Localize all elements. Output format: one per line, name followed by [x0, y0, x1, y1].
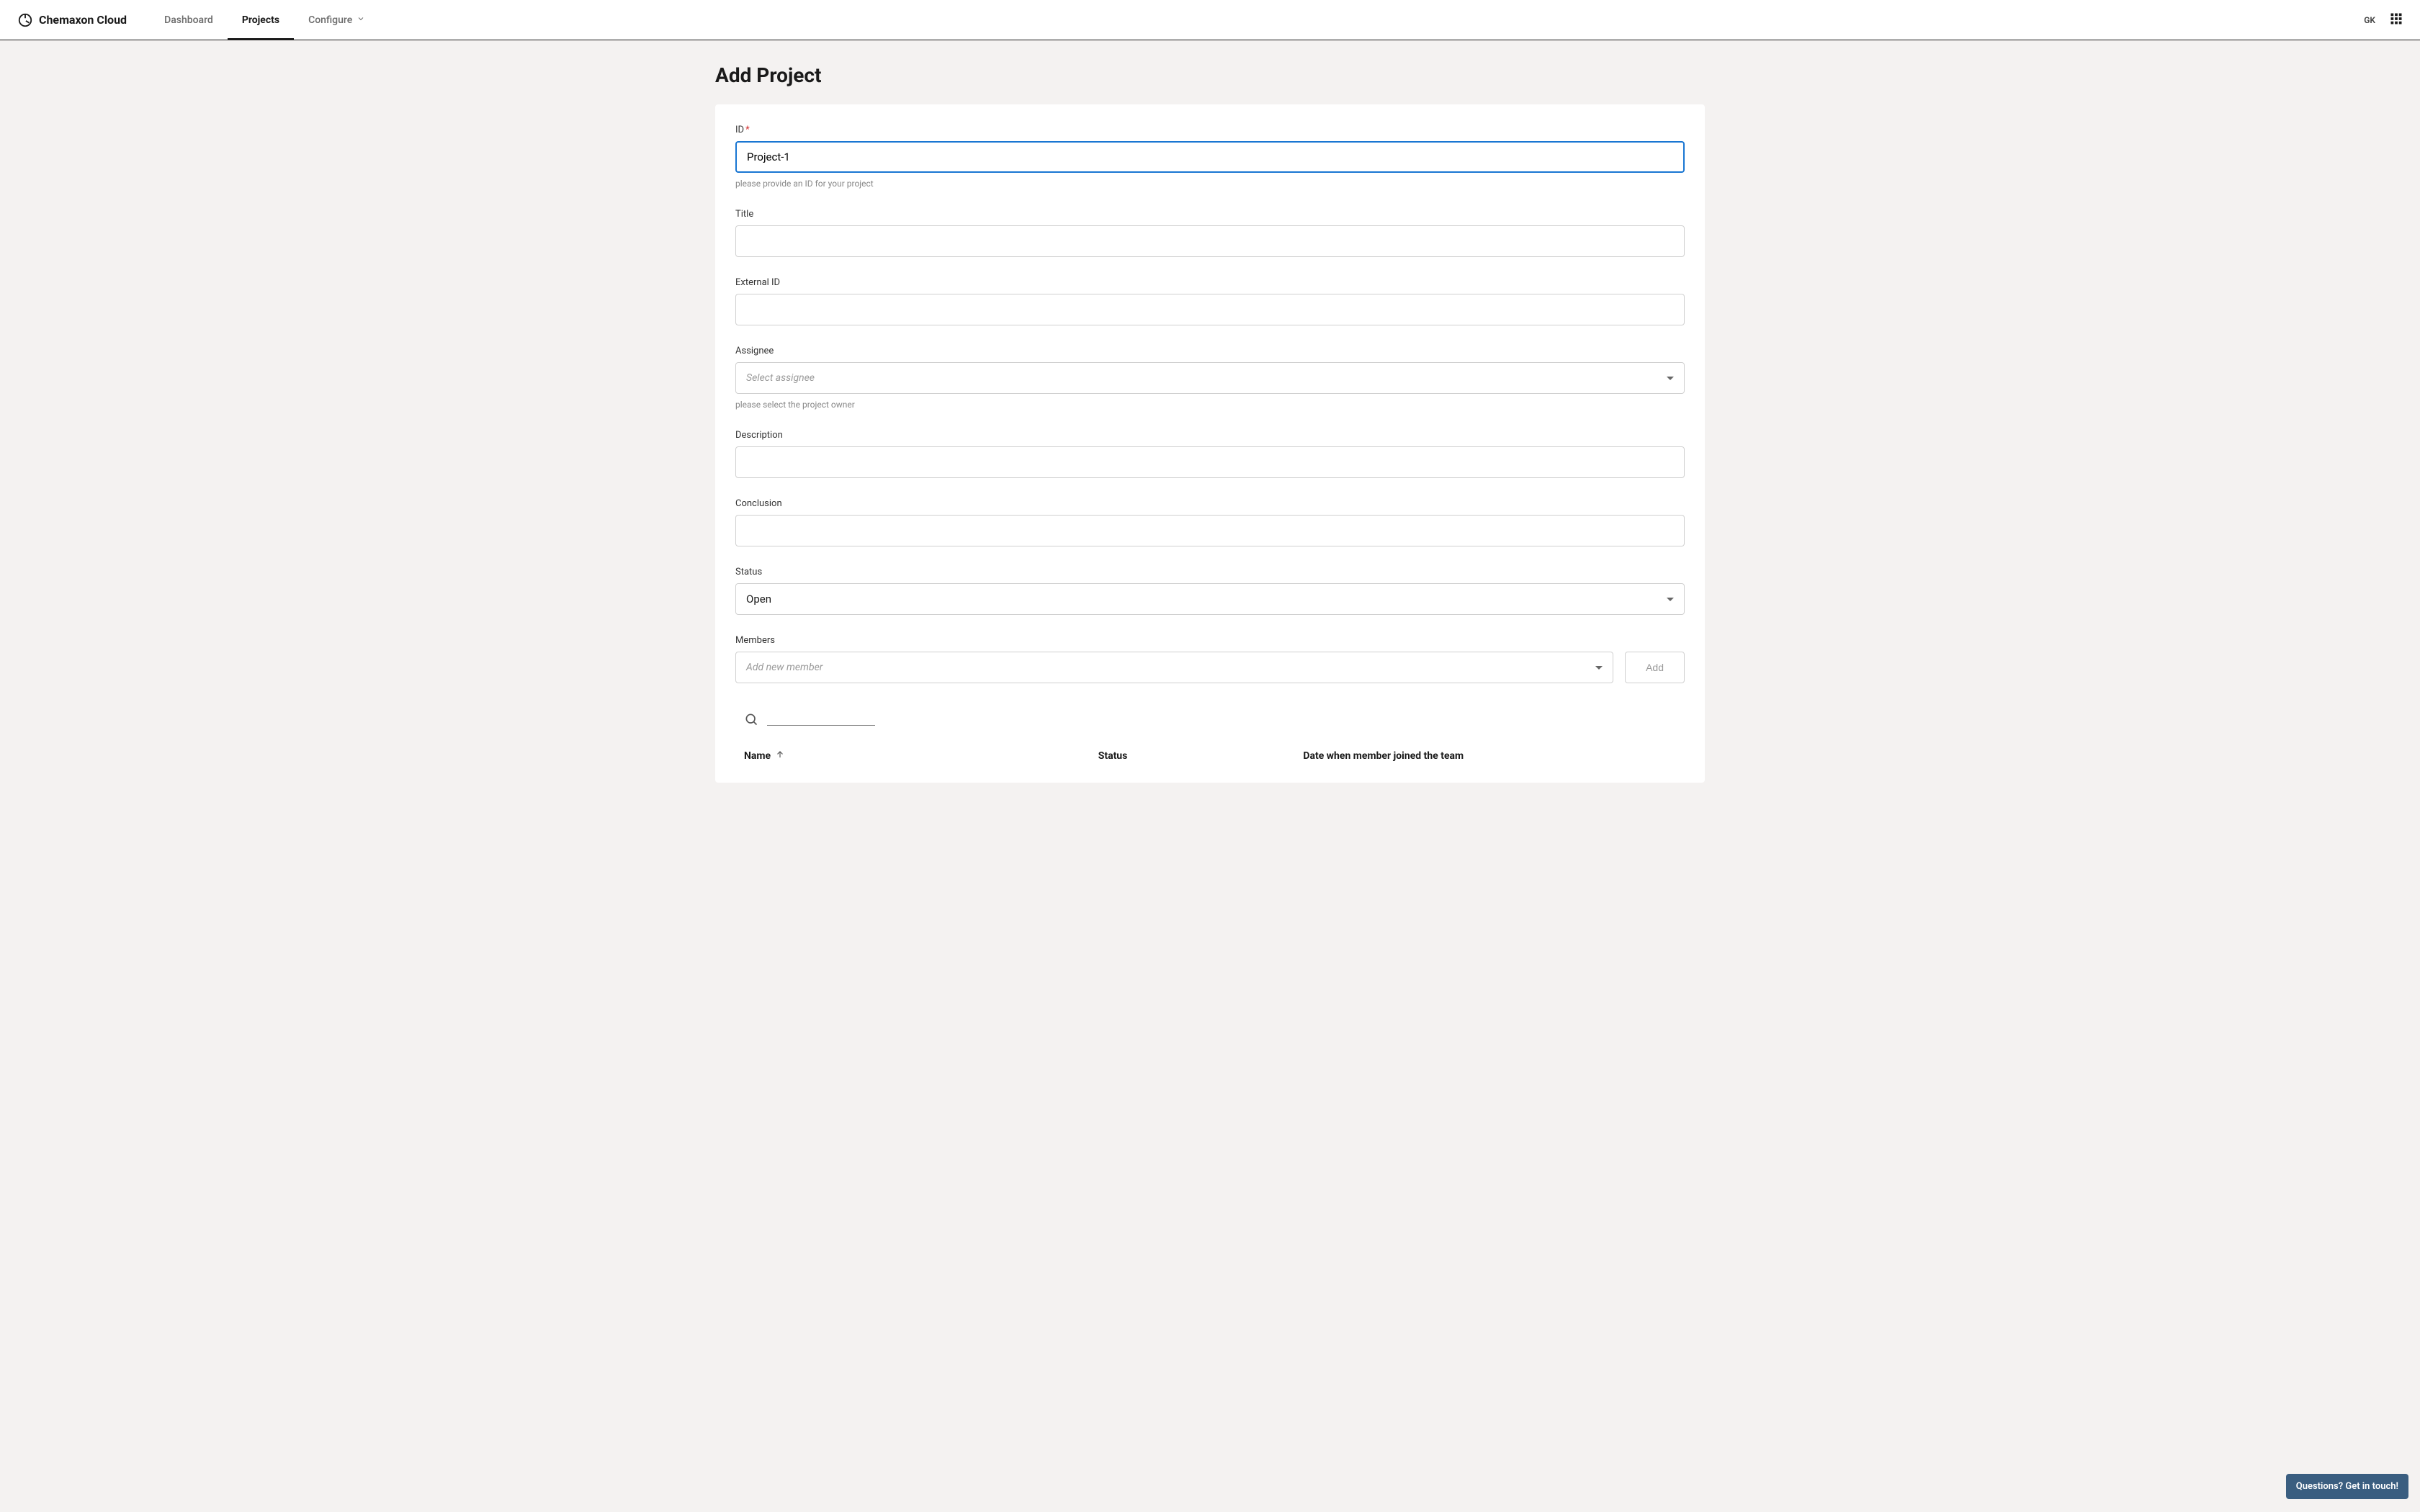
- page-title: Add Project: [715, 63, 1705, 87]
- assignee-hint: please select the project owner: [735, 400, 1685, 410]
- column-status-label: Status: [1098, 750, 1128, 762]
- nav-projects-label: Projects: [242, 14, 279, 26]
- members-label: Members: [735, 635, 1685, 646]
- nav-dashboard-label: Dashboard: [164, 14, 213, 26]
- dropdown-arrow-icon: [1667, 377, 1674, 380]
- dropdown-arrow-icon: [1595, 666, 1603, 670]
- assignee-placeholder: Select assignee: [746, 372, 815, 384]
- field-group-external-id: External ID: [735, 277, 1685, 325]
- description-input[interactable]: [735, 446, 1685, 478]
- app-header: Chemaxon Cloud Dashboard Projects Config…: [0, 0, 2420, 40]
- apps-grid-icon[interactable]: [2390, 12, 2403, 28]
- field-group-members: Members Add new member Add: [735, 635, 1685, 683]
- column-header-status[interactable]: Status: [1098, 750, 1304, 762]
- column-header-date[interactable]: Date when member joined the team: [1303, 750, 1676, 762]
- id-label: ID*: [735, 125, 1685, 135]
- sort-ascending-icon: [775, 750, 785, 762]
- chemaxon-logo-icon: [17, 12, 33, 28]
- external-id-input[interactable]: [735, 294, 1685, 325]
- project-form-card: ID* please provide an ID for your projec…: [715, 104, 1705, 783]
- nav-configure-label: Configure: [308, 14, 352, 26]
- field-group-id: ID* please provide an ID for your projec…: [735, 125, 1685, 189]
- field-group-assignee: Assignee Select assignee please select t…: [735, 346, 1685, 410]
- status-label: Status: [735, 567, 1685, 577]
- members-input-row: Add new member Add: [735, 652, 1685, 683]
- main-nav: Dashboard Projects Configure: [150, 0, 380, 40]
- id-hint: please provide an ID for your project: [735, 179, 1685, 189]
- members-table: Name Status Date when member joined the …: [735, 750, 1685, 762]
- column-header-name[interactable]: Name: [744, 750, 1098, 762]
- brand-name: Chemaxon Cloud: [39, 13, 127, 27]
- search-icon[interactable]: [744, 712, 758, 729]
- table-search-row: [735, 712, 1685, 729]
- field-group-conclusion: Conclusion: [735, 498, 1685, 546]
- field-group-description: Description: [735, 430, 1685, 478]
- column-date-label: Date when member joined the team: [1303, 750, 1464, 762]
- members-placeholder: Add new member: [746, 662, 823, 673]
- status-value: Open: [746, 593, 771, 606]
- id-input[interactable]: [735, 141, 1685, 173]
- header-right: GK: [2364, 12, 2403, 28]
- nav-configure[interactable]: Configure: [294, 0, 380, 40]
- conclusion-label: Conclusion: [735, 498, 1685, 509]
- title-input[interactable]: [735, 225, 1685, 257]
- members-select[interactable]: Add new member: [735, 652, 1613, 683]
- external-id-label: External ID: [735, 277, 1685, 288]
- search-input-underline[interactable]: [767, 725, 875, 726]
- header-left: Chemaxon Cloud Dashboard Projects Config…: [17, 0, 380, 40]
- table-header-row: Name Status Date when member joined the …: [735, 750, 1685, 762]
- status-select[interactable]: Open: [735, 583, 1685, 615]
- nav-projects[interactable]: Projects: [228, 0, 294, 40]
- title-label: Title: [735, 209, 1685, 220]
- brand-logo[interactable]: Chemaxon Cloud: [17, 12, 127, 28]
- main-content: Add Project ID* please provide an ID for…: [715, 40, 1705, 806]
- field-group-title: Title: [735, 209, 1685, 257]
- conclusion-input[interactable]: [735, 515, 1685, 546]
- id-label-text: ID: [735, 125, 744, 135]
- nav-dashboard[interactable]: Dashboard: [150, 0, 228, 40]
- field-group-status: Status Open: [735, 567, 1685, 615]
- help-contact-button[interactable]: Questions? Get in touch!: [2286, 1474, 2408, 1499]
- column-name-label: Name: [744, 750, 771, 762]
- description-label: Description: [735, 430, 1685, 441]
- dropdown-arrow-icon: [1667, 598, 1674, 601]
- user-avatar-initials[interactable]: GK: [2364, 15, 2375, 25]
- chevron-down-icon: [357, 14, 365, 26]
- assignee-select[interactable]: Select assignee: [735, 362, 1685, 394]
- assignee-label: Assignee: [735, 346, 1685, 356]
- add-member-button[interactable]: Add: [1625, 652, 1685, 683]
- required-indicator: *: [745, 125, 750, 135]
